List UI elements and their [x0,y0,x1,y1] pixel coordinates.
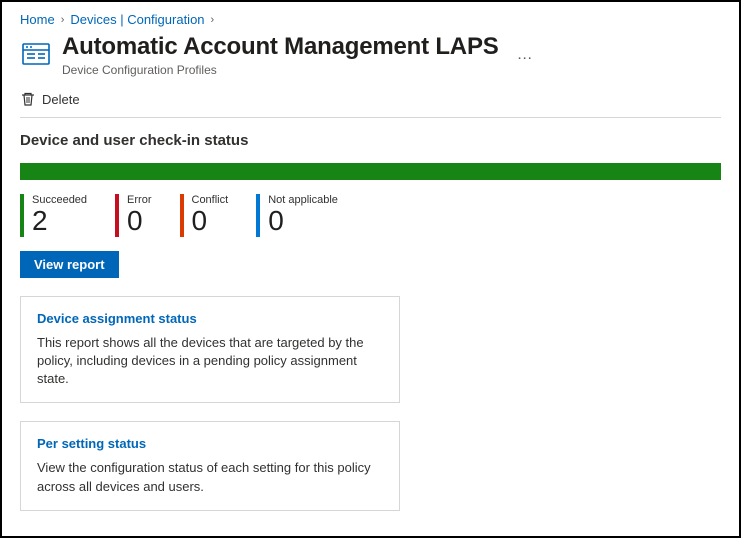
stat-error-value: 0 [127,206,151,237]
more-options-icon[interactable]: … [517,46,535,64]
delete-label: Delete [42,92,80,107]
stat-succeeded-bar [20,194,24,237]
stat-conflict-bar [180,194,184,237]
stat-not-applicable: Not applicable 0 [256,194,338,237]
breadcrumb-home[interactable]: Home [20,12,55,27]
stat-succeeded-value: 2 [32,206,87,237]
stat-not-applicable-bar [256,194,260,237]
breadcrumb: Home › Devices | Configuration › [20,12,721,27]
stat-succeeded: Succeeded 2 [20,194,87,237]
stat-error: Error 0 [115,194,151,237]
chevron-right-icon: › [211,14,215,26]
device-assignment-status-title[interactable]: Device assignment status [37,311,383,326]
per-setting-status-card[interactable]: Per setting status View the configuratio… [20,421,400,510]
stat-conflict-value: 0 [192,206,229,237]
chevron-right-icon: › [61,14,65,26]
device-assignment-status-desc: This report shows all the devices that a… [37,334,383,389]
page-title: Automatic Account Management LAPS [62,33,499,61]
per-setting-status-desc: View the configuration status of each se… [37,459,383,495]
view-report-button[interactable]: View report [20,251,119,278]
delete-button[interactable]: Delete [20,91,721,107]
page-subtitle: Device Configuration Profiles [62,63,499,77]
page-header: Automatic Account Management LAPS Device… [20,33,721,77]
stat-error-bar [115,194,119,237]
breadcrumb-devices-configuration[interactable]: Devices | Configuration [70,12,204,27]
profile-config-icon [20,37,52,69]
device-assignment-status-card[interactable]: Device assignment status This report sho… [20,296,400,404]
stat-conflict: Conflict 0 [180,194,229,237]
trash-icon [20,91,36,107]
section-title: Device and user check-in status [20,132,721,149]
per-setting-status-title[interactable]: Per setting status [37,436,383,451]
divider [20,117,721,118]
status-counts: Succeeded 2 Error 0 Conflict 0 Not appli… [20,194,721,237]
status-progress-bar [20,163,721,180]
stat-not-applicable-value: 0 [268,206,338,237]
